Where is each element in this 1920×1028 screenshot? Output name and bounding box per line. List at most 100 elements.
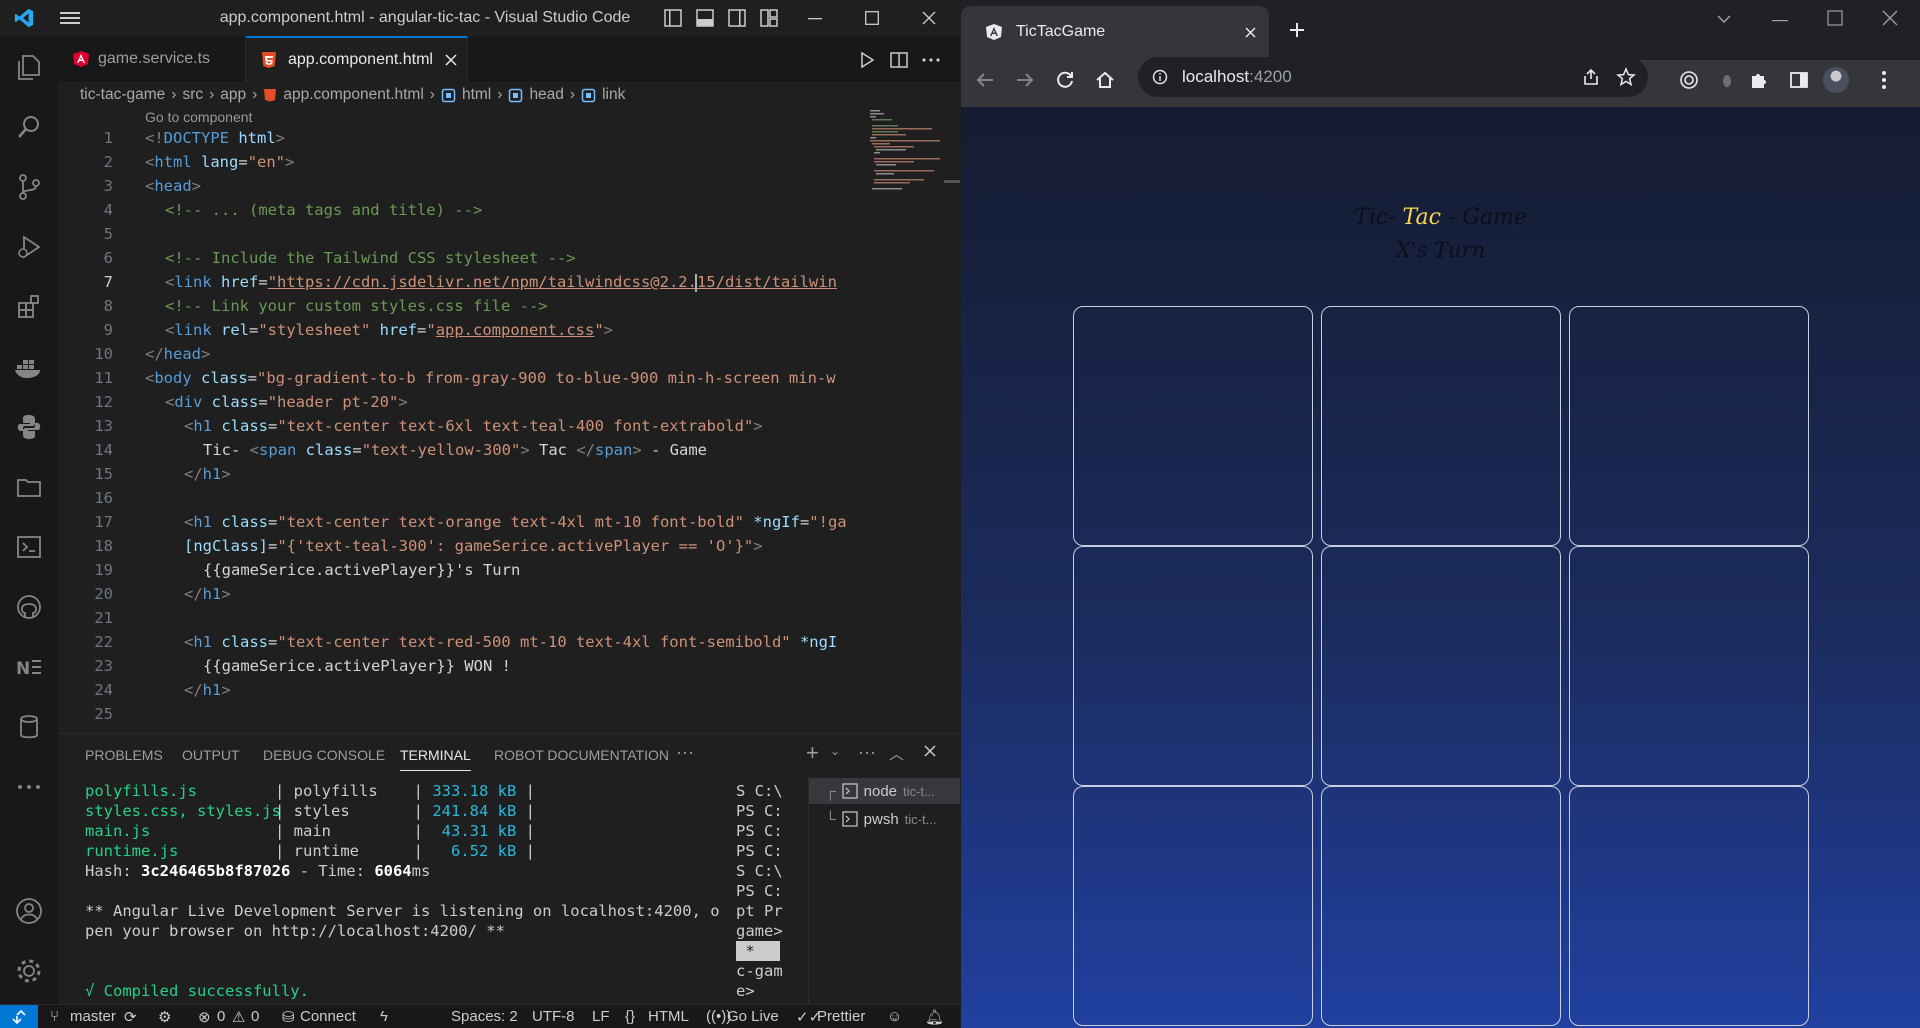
nx-console-icon[interactable]: N xyxy=(0,642,58,692)
breadcrumb-item[interactable]: app.component.html xyxy=(283,86,423,104)
database-icon[interactable] xyxy=(0,702,58,752)
breadcrumb-item[interactable]: tic-tac-game xyxy=(80,86,165,104)
accounts-icon[interactable] xyxy=(0,886,58,936)
extension-gray-icon[interactable] xyxy=(1719,70,1735,90)
language-mode[interactable]: HTML xyxy=(648,1008,689,1025)
new-terminal-icon[interactable]: + xyxy=(806,740,819,766)
tab-search-icon[interactable] xyxy=(1717,14,1731,24)
terminal-item-pwsh[interactable]: └ pwsh tic-t... xyxy=(809,806,960,832)
maximize-icon[interactable] xyxy=(1827,10,1843,26)
editor-scrollbar[interactable] xyxy=(944,180,960,183)
feedback-icon[interactable]: ☺ xyxy=(887,1008,902,1025)
eol-status[interactable]: LF xyxy=(592,1008,610,1025)
minimize-icon[interactable] xyxy=(1772,12,1788,28)
side-panel-icon[interactable] xyxy=(1789,70,1809,90)
customize-layout-icon[interactable] xyxy=(756,0,782,36)
close-panel-icon[interactable] xyxy=(924,744,936,760)
explorer-icon[interactable] xyxy=(0,42,58,92)
breadcrumb-item[interactable]: src xyxy=(182,86,203,104)
minimize-icon[interactable] xyxy=(800,0,830,36)
error-count[interactable]: 0 xyxy=(217,1008,225,1025)
split-editor-icon[interactable] xyxy=(886,40,912,80)
board-cell[interactable] xyxy=(1321,306,1561,546)
back-arrow-icon[interactable] xyxy=(975,70,995,90)
tab-terminal[interactable]: TERMINAL xyxy=(400,747,471,771)
breadcrumb-item[interactable]: app xyxy=(220,86,246,104)
warning-count[interactable]: 0 xyxy=(251,1008,259,1025)
browser-tab[interactable]: TicTacGame xyxy=(961,6,1269,60)
source-control-icon[interactable] xyxy=(0,162,58,212)
chevron-down-icon[interactable]: ⌄ xyxy=(830,744,840,758)
tab-output[interactable]: OUTPUT xyxy=(182,747,240,763)
git-graph-icon[interactable]: ⚙ xyxy=(158,1008,171,1026)
board-cell[interactable] xyxy=(1073,786,1313,1026)
toggle-secondary-sidebar-icon[interactable] xyxy=(724,0,750,36)
errors-icon[interactable]: ⊗ xyxy=(198,1008,211,1026)
sync-icon[interactable]: ⟳ xyxy=(124,1008,137,1026)
board-cell[interactable] xyxy=(1073,546,1313,786)
tab-app-component-html[interactable]: app.component.html xyxy=(246,36,468,82)
run-debug-icon[interactable] xyxy=(0,222,58,272)
extensions-icon[interactable] xyxy=(0,282,58,332)
connect-button[interactable]: Connect xyxy=(300,1008,356,1025)
warnings-icon[interactable]: ⚠ xyxy=(232,1008,245,1026)
close-window-icon[interactable] xyxy=(914,0,944,36)
codelens-go-to-component[interactable]: Go to component xyxy=(145,109,252,125)
site-info-icon[interactable] xyxy=(1152,69,1168,85)
minimap[interactable] xyxy=(868,108,948,728)
lightning-icon[interactable]: ϟ xyxy=(380,1008,388,1025)
terminal-item-node[interactable]: ┌ node tic-t... xyxy=(809,778,960,804)
more-panels-icon[interactable]: ··· xyxy=(676,742,694,763)
bookmark-star-icon[interactable] xyxy=(1616,67,1636,87)
maximize-panel-icon[interactable]: ︿ xyxy=(889,743,904,764)
github-icon[interactable] xyxy=(0,582,58,632)
close-tab-icon[interactable] xyxy=(1245,27,1256,38)
board-cell[interactable] xyxy=(1321,786,1561,1026)
terminal-output[interactable]: polyfills.js | polyfills | 333.18 kB | styl… xyxy=(85,781,765,1006)
go-live-button[interactable]: Go Live xyxy=(727,1008,779,1025)
reload-icon[interactable] xyxy=(1055,70,1075,90)
folder-icon[interactable] xyxy=(0,462,58,512)
more-actions-icon[interactable] xyxy=(918,40,944,80)
home-icon[interactable] xyxy=(1095,70,1115,90)
board-cell[interactable] xyxy=(1569,306,1809,546)
share-icon[interactable] xyxy=(1582,68,1600,86)
git-branch[interactable]: master xyxy=(70,1008,116,1025)
code-editor[interactable]: 1 2 3 4 5 6 7 8 9 10 11 12 13 14 15 16 17 18 19 20 21 22 23 24 2… xyxy=(58,126,858,726)
more-views-icon[interactable] xyxy=(0,762,58,812)
terminal-icon[interactable] xyxy=(0,522,58,572)
tab-problems[interactable]: PROBLEMS xyxy=(85,747,163,763)
board-cell[interactable] xyxy=(1569,546,1809,786)
notifications-bell-icon[interactable]: 🔔︎ xyxy=(925,1008,944,1026)
terminal-side-output[interactable]: S C:\ PS C: PS C: PS C: S C:\ PS C: pt Pr game>… xyxy=(736,781,796,1006)
tab-robot-documentation[interactable]: ROBOT DOCUMENTATION xyxy=(494,747,669,763)
toggle-panel-icon[interactable] xyxy=(692,0,718,36)
address-bar[interactable]: localhost:4200 xyxy=(1138,57,1648,97)
maximize-icon[interactable] xyxy=(857,0,887,36)
new-tab-icon[interactable] xyxy=(1289,22,1305,38)
breadcrumb-item[interactable]: head xyxy=(529,86,563,104)
breadcrumb-item[interactable]: link xyxy=(602,86,625,104)
python-icon[interactable] xyxy=(0,402,58,452)
terminal-more-icon[interactable]: ··· xyxy=(858,742,876,763)
close-tab-icon[interactable] xyxy=(445,54,457,66)
forward-arrow-icon[interactable] xyxy=(1015,70,1035,90)
encoding-status[interactable]: UTF-8 xyxy=(532,1008,575,1025)
board-cell[interactable] xyxy=(1321,546,1561,786)
breadcrumb-item[interactable]: html xyxy=(462,86,491,104)
board-cell[interactable] xyxy=(1569,786,1809,1026)
settings-gear-icon[interactable] xyxy=(0,946,58,996)
close-window-icon[interactable] xyxy=(1882,10,1898,26)
profile-avatar[interactable] xyxy=(1823,67,1849,93)
extensions-puzzle-icon[interactable] xyxy=(1749,70,1769,90)
board-cell[interactable] xyxy=(1073,306,1313,546)
remote-indicator[interactable] xyxy=(0,1005,38,1028)
run-icon[interactable] xyxy=(854,40,880,80)
chrome-menu-icon[interactable] xyxy=(1881,70,1887,90)
extension-target-icon[interactable] xyxy=(1679,70,1699,90)
tab-game-service[interactable]: game.service.ts xyxy=(58,36,246,82)
prettier-button[interactable]: Prettier xyxy=(817,1008,865,1025)
docker-icon[interactable] xyxy=(0,342,58,392)
toggle-sidebar-icon[interactable] xyxy=(660,0,686,36)
indentation-status[interactable]: Spaces: 2 xyxy=(451,1008,518,1025)
